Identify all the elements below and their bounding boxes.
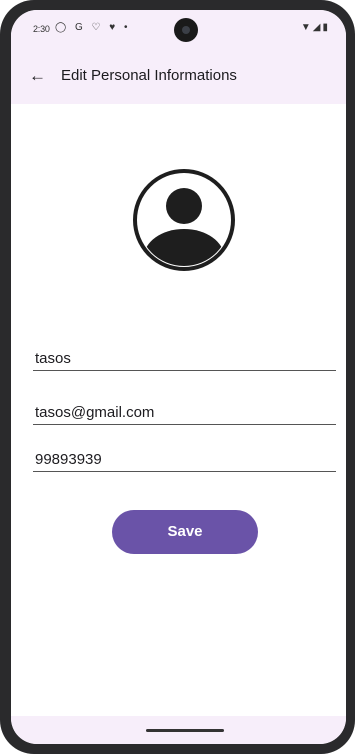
back-arrow-icon[interactable]: ←	[29, 66, 49, 86]
top-app-bar: ← Edit Personal Informations	[11, 48, 346, 104]
save-button[interactable]: Save	[112, 510, 258, 554]
page-title: Edit Personal Informations	[61, 67, 237, 84]
email-field[interactable]: tasos@gmail.com	[33, 400, 336, 425]
account-circle-icon[interactable]	[119, 155, 249, 285]
status-time: 2:30	[33, 24, 50, 34]
device-frame: 2:30 ◯ G ♡ ♥ • ▼◢▮ ← Edit Personal Infor…	[0, 0, 355, 754]
app-screen: 2:30 ◯ G ♡ ♥ • ▼◢▮ ← Edit Personal Infor…	[11, 10, 346, 744]
status-bar: 2:30 ◯ G ♡ ♥ • ▼◢▮	[11, 10, 346, 48]
name-field[interactable]: tasos	[33, 346, 336, 371]
home-gesture-handle[interactable]	[146, 729, 224, 732]
name-field-value: tasos	[35, 350, 71, 367]
phone-field[interactable]: 99893939	[33, 447, 336, 472]
email-field-value: tasos@gmail.com	[35, 404, 155, 421]
camera-cutout	[174, 18, 198, 42]
notification-icons: ◯ G ♡ ♥ •	[55, 22, 131, 33]
phone-field-value: 99893939	[35, 451, 102, 468]
signal-battery-icons: ▼◢▮	[300, 22, 330, 33]
